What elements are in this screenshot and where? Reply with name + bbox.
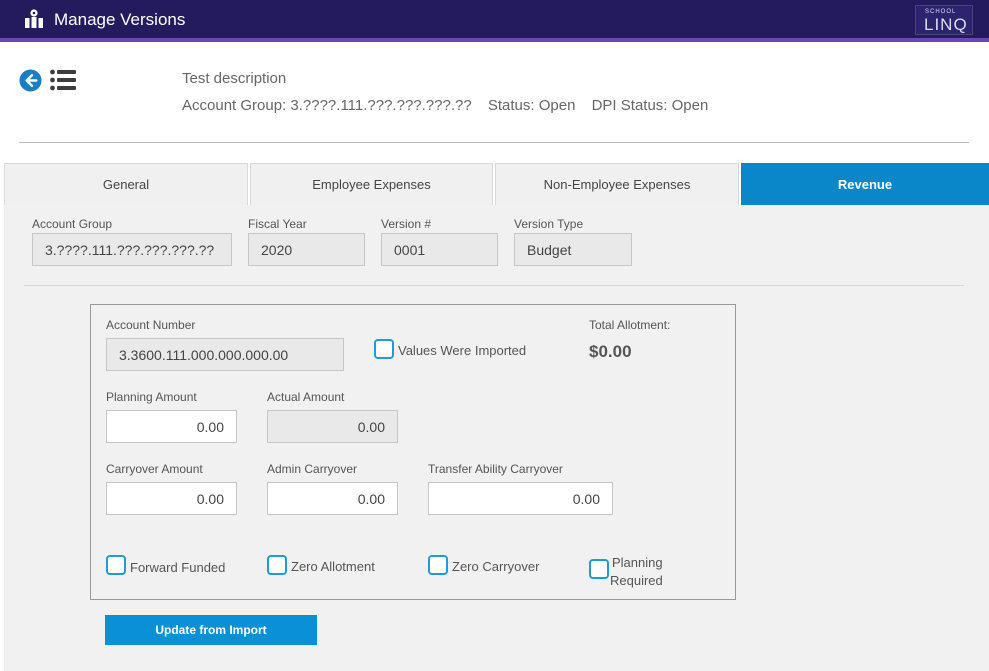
list-icon[interactable]: [50, 69, 76, 91]
transfer-ability-carryover-label: Transfer Ability Carryover: [428, 462, 563, 476]
account-number-field: 3.3600.111.000.000.000.00: [106, 338, 344, 371]
carryover-amount-input[interactable]: 0.00: [106, 482, 237, 515]
versions-icon: [25, 9, 43, 28]
version-number-field: 0001: [381, 233, 498, 266]
account-group-text: Account Group: 3.????.111.???.???.???.??: [182, 97, 472, 114]
app-header-bar: Manage Versions SCHOOL LINQ: [0, 0, 989, 38]
version-description: Test description: [182, 70, 287, 87]
zero-allotment-checkbox[interactable]: [267, 555, 287, 575]
carryover-amount-label: Carryover Amount: [106, 462, 203, 476]
admin-carryover-label: Admin Carryover: [267, 462, 358, 476]
planning-amount-input[interactable]: 0.00: [106, 410, 237, 443]
account-number-label: Account Number: [106, 318, 196, 332]
dpi-status-text: DPI Status: Open: [591, 97, 709, 114]
values-imported-label: Values Were Imported: [398, 343, 527, 358]
zero-allotment-label: Zero Allotment: [291, 559, 375, 574]
version-type-label: Version Type: [514, 217, 584, 231]
tab-revenue[interactable]: Revenue: [741, 163, 989, 205]
header-accent-stripe: [0, 38, 989, 42]
total-allotment-value: $0.00: [589, 342, 632, 361]
total-allotment-label: Total Allotment:: [589, 318, 671, 332]
account-group-field: 3.????.111.???.???.???.??: [32, 233, 232, 266]
forward-funded-label: Forward Funded: [130, 560, 226, 575]
zero-carryover-label: Zero Carryover: [452, 559, 540, 574]
version-type-field: Budget: [514, 233, 632, 266]
forward-funded-checkbox[interactable]: [106, 555, 126, 575]
planning-required-label-line1: Planning: [612, 555, 663, 570]
update-from-import-button[interactable]: Update from Import: [105, 615, 317, 645]
school-linq-logo: SCHOOL LINQ: [915, 5, 973, 35]
status-text: Status: Open: [487, 97, 576, 114]
tab-non-employee-expenses[interactable]: Non-Employee Expenses: [495, 163, 739, 205]
actual-amount-field: 0.00: [267, 410, 398, 443]
tab-employee-expenses[interactable]: Employee Expenses: [250, 163, 493, 205]
version-meta: Account Group: 3.????.111.???.???.???.??…: [182, 97, 720, 114]
logo-linq-text: LINQ: [924, 15, 968, 34]
tab-bar: General Employee Expenses Non-Employee E…: [4, 163, 989, 205]
transfer-ability-carryover-input[interactable]: 0.00: [428, 482, 613, 515]
values-imported-checkbox[interactable]: [374, 339, 394, 359]
actual-amount-label: Actual Amount: [267, 390, 345, 404]
version-number-label: Version #: [381, 217, 432, 231]
planning-required-checkbox[interactable]: [589, 559, 609, 579]
revenue-panel: Account Group 3.????.111.???.???.???.?? …: [4, 205, 989, 671]
tab-general[interactable]: General: [4, 163, 248, 205]
account-group-label: Account Group: [32, 217, 113, 231]
account-detail-box: Account Number 3.3600.111.000.000.000.00…: [90, 304, 736, 600]
back-arrow-icon[interactable]: [19, 69, 42, 92]
planning-amount-label: Planning Amount: [106, 390, 197, 404]
admin-carryover-input[interactable]: 0.00: [267, 482, 398, 515]
header-divider: [19, 142, 969, 143]
fiscal-year-label: Fiscal Year: [248, 217, 307, 231]
app-title: Manage Versions: [54, 10, 186, 29]
panel-divider: [24, 285, 964, 286]
planning-required-label-line2: Required: [610, 573, 663, 588]
zero-carryover-checkbox[interactable]: [428, 555, 448, 575]
fiscal-year-field: 2020: [248, 233, 365, 266]
